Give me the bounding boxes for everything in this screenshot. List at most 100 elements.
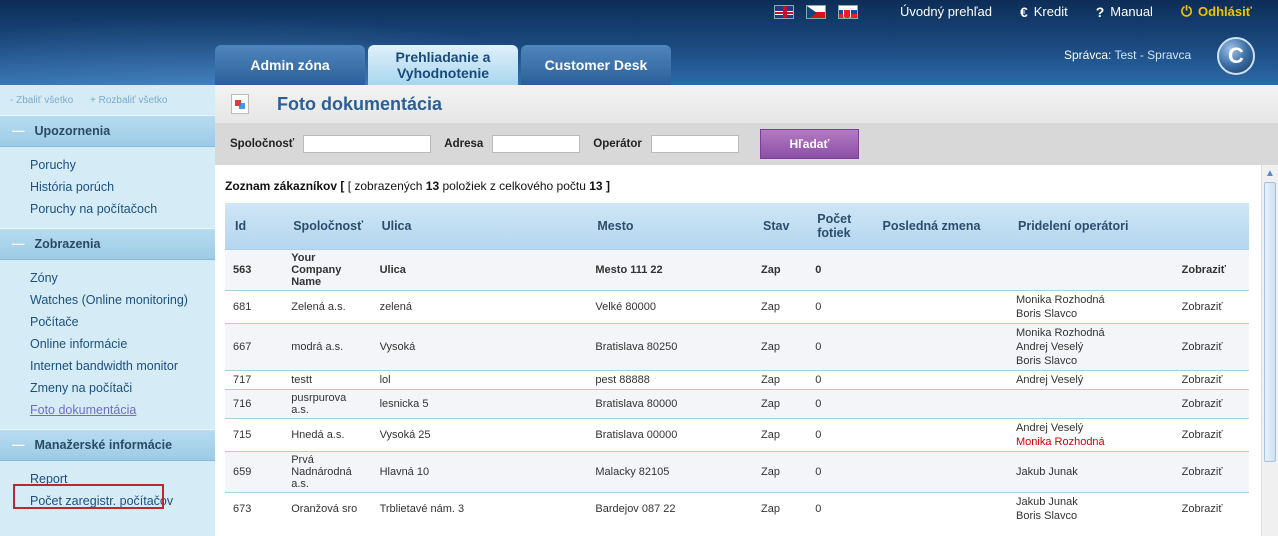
show-link[interactable]: Zobraziť: [1173, 322, 1249, 370]
credit-link[interactable]: € Kredit: [1020, 4, 1068, 20]
table-row: 667 modrá a.s. Vysoká Bratislava 80250 Zap 0 M…: [225, 322, 1249, 370]
sidebar-section-views[interactable]: — Zobrazenia: [0, 228, 215, 260]
sidebar-item-computer-changes[interactable]: Zmeny na počítači: [30, 377, 215, 399]
col-company[interactable]: Spoločnosť: [283, 203, 372, 249]
col-operators[interactable]: Pridelení operátori: [1008, 203, 1174, 249]
company-input[interactable]: [303, 135, 432, 153]
manual-label: Manual: [1110, 4, 1153, 19]
cell-street: Ulica: [371, 248, 588, 290]
operator-name: Andrej Veselý: [1016, 421, 1084, 434]
sidebar-section-alerts[interactable]: — Upozornenia: [0, 115, 215, 147]
show-link[interactable]: Zobraziť: [1173, 491, 1249, 525]
show-link[interactable]: Zobraziť: [1173, 248, 1249, 290]
col-photo-count[interactable]: Počet fotiek: [807, 203, 873, 249]
sidebar-item-faults[interactable]: Poruchy: [30, 154, 215, 176]
cell-photo-count: 0: [807, 417, 873, 451]
selection-highlight: [13, 484, 164, 509]
show-link[interactable]: Zobraziť: [1173, 388, 1249, 418]
language-flags: [774, 5, 858, 19]
cell-id: 717: [225, 369, 284, 389]
operator-name: Andrej Veselý: [1016, 340, 1084, 353]
sidebar-section-body: Poruchy História porúch Poruchy na počít…: [0, 147, 215, 228]
cell-city: Bratislava 80250: [587, 322, 754, 370]
logout-link[interactable]: ⏻ Odhlásiť: [1181, 3, 1252, 20]
sidebar-expand-controls: - Zbaliť všetko + Rozbaliť všetko: [0, 85, 215, 115]
flag-cz-icon[interactable]: [806, 5, 826, 19]
sidebar-item-watches[interactable]: Watches (Online monitoring): [30, 289, 215, 311]
cell-street: Hlavná 10: [371, 450, 588, 492]
app-logo[interactable]: C: [1217, 37, 1255, 75]
list-title-prefix: Zoznam zákazníkov: [225, 179, 338, 193]
operator-name: Monika Rozhodná: [1016, 326, 1105, 339]
operator-name: Monika Rozhodná: [1016, 293, 1105, 306]
cell-state: Zap: [753, 322, 808, 370]
sidebar-item-photo-documentation[interactable]: Foto dokumentácia: [30, 399, 215, 421]
address-input[interactable]: [492, 135, 581, 153]
flag-uk-icon[interactable]: [774, 5, 794, 19]
scroll-up-icon[interactable]: ▲: [1262, 165, 1278, 182]
logout-label: Odhlásiť: [1198, 4, 1252, 19]
cell-state: Zap: [753, 417, 808, 451]
expand-all-link[interactable]: + Rozbaliť všetko: [90, 95, 167, 106]
cell-city: Bratislava 80000: [587, 388, 754, 418]
operator-name: Boris Slavco: [1016, 307, 1078, 320]
show-link[interactable]: Zobraziť: [1173, 417, 1249, 451]
sidebar-section-management[interactable]: — Manažerské informácie: [0, 429, 215, 461]
scroll-thumb[interactable]: [1264, 182, 1276, 462]
cell-operators: [1008, 248, 1174, 290]
list-total: 13: [589, 179, 603, 193]
cell-street: Trblietavé nám. 3: [371, 491, 588, 525]
vertical-scrollbar[interactable]: ▲: [1261, 165, 1278, 536]
section-title: Upozornenia: [34, 124, 111, 138]
cell-city: Velké 80000: [587, 289, 754, 323]
customer-table: Id Spoločnosť Ulica Mesto Stav Počet fot…: [225, 203, 1249, 525]
overview-link[interactable]: Úvodný prehľad: [900, 4, 992, 19]
flag-sk-icon[interactable]: [838, 5, 858, 19]
col-city[interactable]: Mesto: [587, 203, 754, 249]
cell-company: Your Company Name: [283, 248, 372, 290]
sidebar-item-computer-faults[interactable]: Poruchy na počítačoch: [30, 198, 215, 220]
collapse-all-link[interactable]: - Zbaliť všetko: [10, 95, 73, 106]
cell-last-change: [872, 491, 1008, 525]
manual-link[interactable]: ? Manual: [1096, 4, 1153, 20]
sidebar-item-computers[interactable]: Počítače: [30, 311, 215, 333]
search-button[interactable]: Hľadať: [759, 129, 859, 159]
credit-label: Kredit: [1033, 4, 1068, 19]
cell-photo-count: 0: [807, 322, 873, 370]
cell-state: Zap: [753, 450, 808, 492]
operator-label: Operátor: [593, 138, 642, 150]
list-title-mid: [ zobrazených: [347, 179, 423, 193]
operator-name: Jakub Junak: [1016, 465, 1078, 478]
cell-company: Hnedá a.s.: [283, 417, 372, 451]
col-last-change[interactable]: Posledná zmena: [872, 203, 1008, 249]
cell-state: Zap: [753, 248, 808, 290]
sidebar-item-bandwidth[interactable]: Internet bandwidth monitor: [30, 355, 215, 377]
tab-browse-evaluation[interactable]: Prehliadanie a Vyhodnotenie: [368, 45, 518, 85]
sidebar-item-fault-history[interactable]: História porúch: [30, 176, 215, 198]
table-row: 716 pusrpurova a.s. lesnicka 5 Bratislava 8…: [225, 388, 1249, 418]
tab-customer-desk[interactable]: Customer Desk: [521, 45, 671, 85]
cell-photo-count: 0: [807, 369, 873, 389]
col-id[interactable]: Id: [225, 203, 284, 249]
sidebar-item-zones[interactable]: Zóny: [30, 267, 215, 289]
col-street[interactable]: Ulica: [371, 203, 588, 249]
cell-photo-count: 0: [807, 248, 873, 290]
show-link[interactable]: Zobraziť: [1173, 289, 1249, 323]
customer-list-area: Zoznam zákazníkov [ [ zobrazených 13 pol…: [215, 165, 1260, 536]
power-icon: ⏻: [1180, 3, 1193, 19]
admin-name[interactable]: Test - Spravca: [1114, 48, 1191, 62]
operator-input[interactable]: [650, 135, 739, 153]
tab-admin-zone[interactable]: Admin zóna: [215, 45, 365, 85]
cell-street: lesnicka 5: [371, 388, 588, 418]
cell-last-change: [872, 248, 1008, 290]
table-row: 715 Hnedá a.s. Vysoká 25 Bratislava 00000 Za…: [225, 417, 1249, 451]
question-icon: ?: [1095, 3, 1105, 20]
sidebar-item-online-info[interactable]: Online informácie: [30, 333, 215, 355]
euro-icon: €: [1019, 3, 1028, 20]
cell-company: Prvá Nadnárodná a.s.: [283, 450, 372, 492]
show-link[interactable]: Zobraziť: [1173, 369, 1249, 389]
section-title: Manažerské informácie: [34, 438, 173, 452]
col-state[interactable]: Stav: [753, 203, 808, 249]
section-title: Zobrazenia: [34, 237, 101, 251]
show-link[interactable]: Zobraziť: [1173, 450, 1249, 492]
